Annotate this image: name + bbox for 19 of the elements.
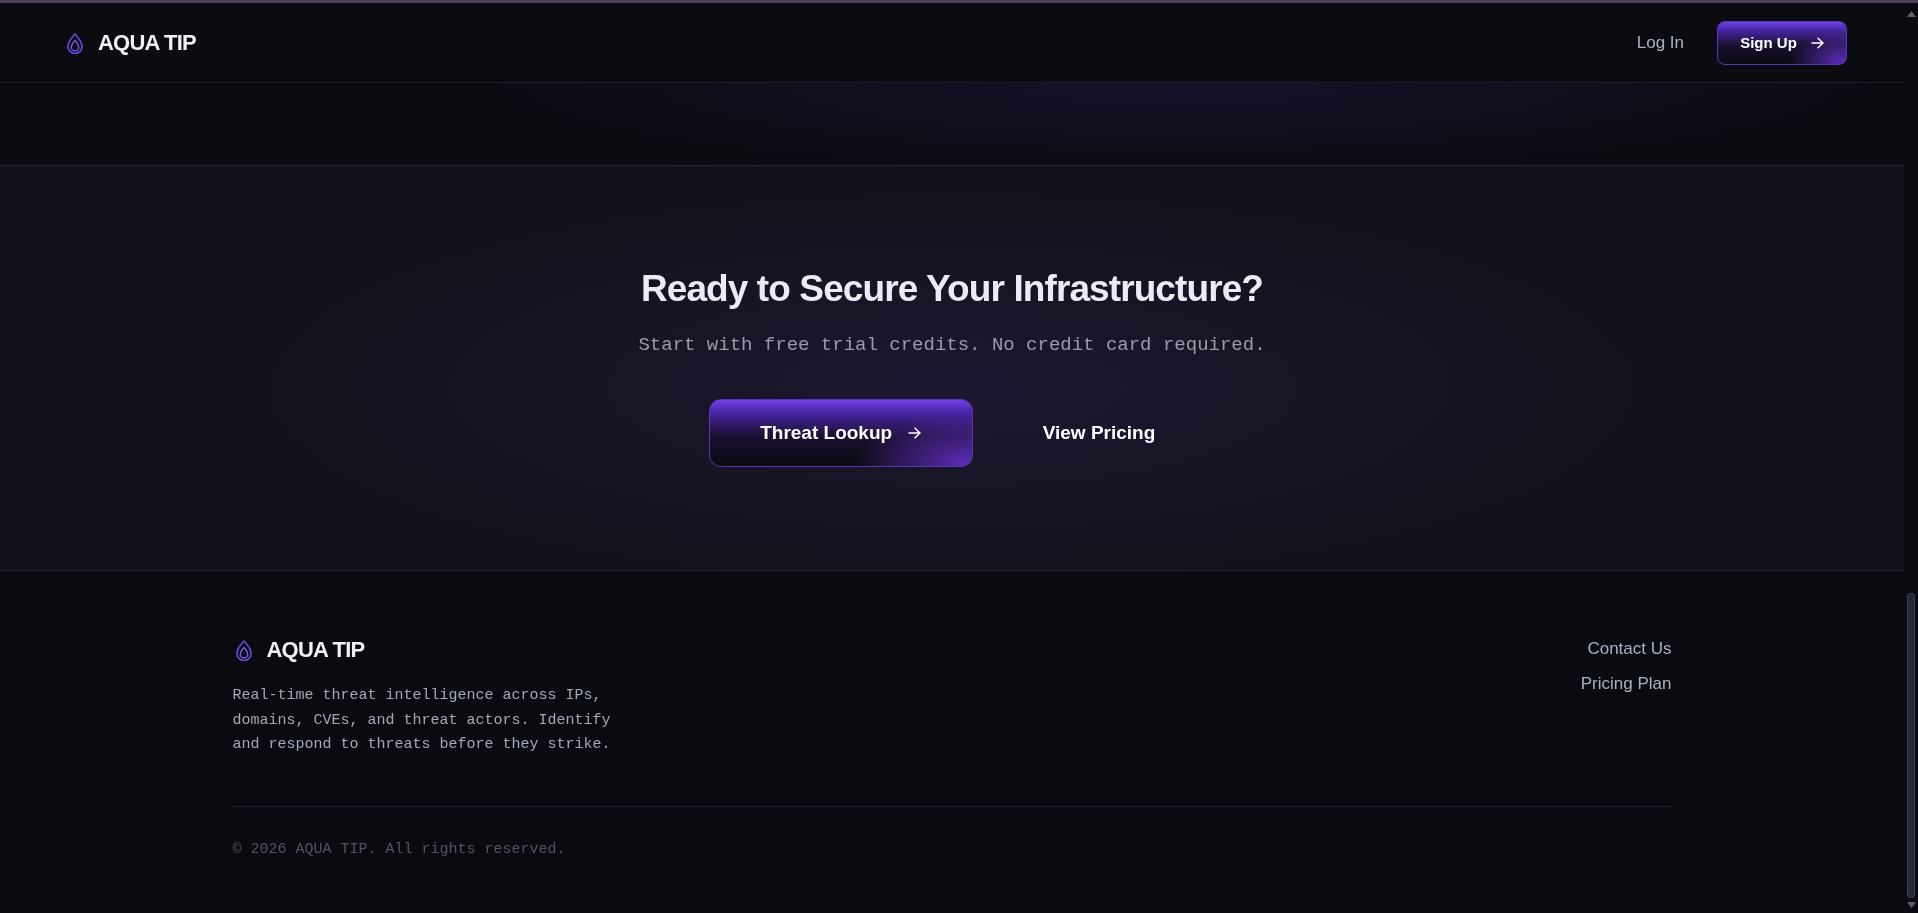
copyright-text: © 2026 AQUA TIP. All rights reserved. [232, 839, 567, 860]
sign-up-button[interactable]: Sign Up [1717, 21, 1847, 65]
arrow-right-icon [908, 427, 922, 439]
drop-icon [235, 639, 252, 661]
brand-name: AQUA TIP [266, 636, 365, 664]
cta-heading: Ready to Secure Your Infrastructure? [640, 267, 1264, 311]
primary-button[interactable]: Threat Lookup [708, 399, 973, 467]
scroll-down-icon[interactable] [1906, 902, 1916, 908]
login-link[interactable]: Log In [1636, 31, 1684, 55]
footer-link[interactable]: Contact Us [1587, 637, 1672, 661]
pricing-link[interactable]: View Pricing [1002, 399, 1196, 467]
cta-subtitle: Start with free trial credits. No credit card required. [638, 333, 1266, 357]
drop-icon [67, 32, 83, 54]
scrollbar-thumb[interactable] [1907, 593, 1915, 898]
scroll-up-icon[interactable] [1906, 11, 1916, 17]
arrow-right-icon [1810, 37, 1824, 49]
footer-link[interactable]: Pricing Plan [1580, 672, 1672, 696]
footer-description: Real-time threat intelligence across IPs, domains, CVEs, and threat actors. Identify and respond to threats before they strike. [232, 686, 612, 755]
brand-name: AQUA TIP [98, 29, 196, 57]
